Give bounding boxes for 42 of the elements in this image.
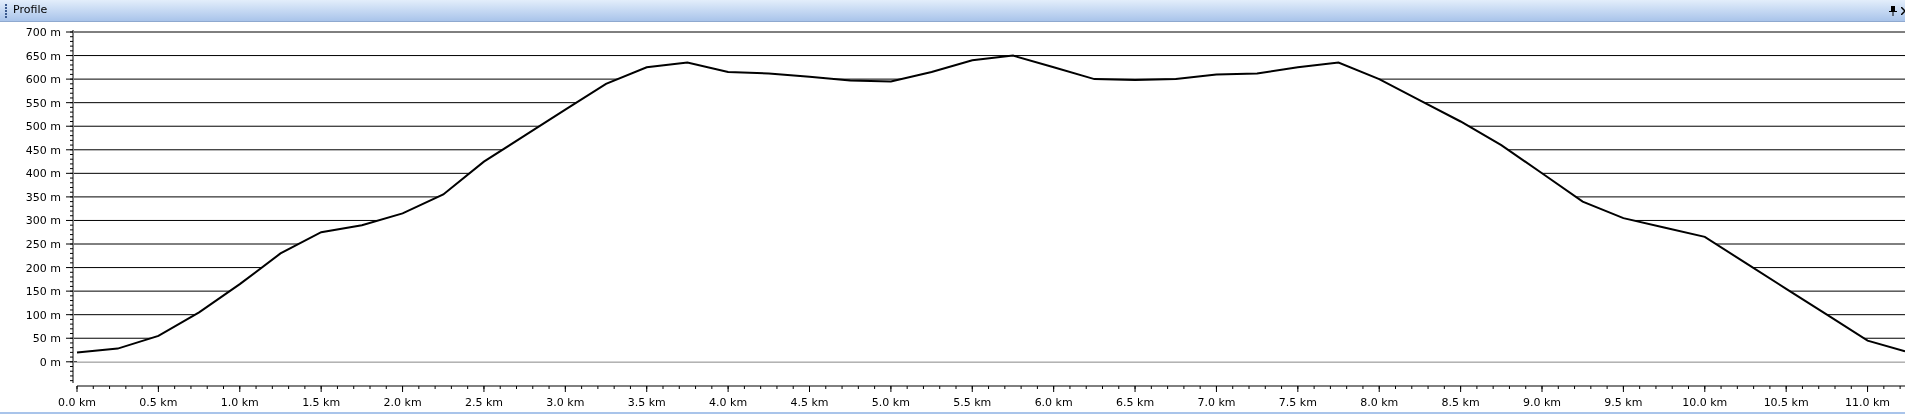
- axis-label: 8.0 km: [1360, 396, 1399, 409]
- axis-label: 9.0 km: [1522, 396, 1562, 409]
- axis-label: 1.5 km: [302, 396, 341, 409]
- axis-label: 600 m: [25, 73, 61, 87]
- axis-label: 700 m: [25, 26, 61, 39]
- axis-label: 400 m: [25, 167, 61, 181]
- axis-label: 650 m: [25, 49, 61, 63]
- axis-label: 450 m: [25, 143, 61, 157]
- pin-icon[interactable]: [1889, 5, 1897, 16]
- axis-label: 50 m: [32, 332, 61, 346]
- axis-label: 6.5 km: [1116, 396, 1155, 409]
- axis-label: 550 m: [25, 96, 61, 110]
- axis-label: 5.5 km: [953, 396, 992, 409]
- axis-label: 200 m: [25, 261, 61, 275]
- axis-label: 0 m: [39, 355, 61, 369]
- axis-label: 3.0 km: [546, 396, 585, 409]
- axis-label: 4.5 km: [790, 396, 829, 409]
- axis-label: 9.5 km: [1604, 396, 1643, 409]
- close-icon[interactable]: [1901, 6, 1905, 15]
- panel-title: Profile: [13, 2, 48, 19]
- axis-label: 8.5 km: [1441, 396, 1480, 409]
- axis-label: 500 m: [25, 120, 61, 134]
- axis-label: 0.5 km: [139, 396, 178, 409]
- axis-label: 10.5 km: [1763, 396, 1809, 409]
- axis-label: 7.5 km: [1278, 396, 1317, 409]
- axis-label: 7.0 km: [1197, 396, 1236, 409]
- axis-label: 5.0 km: [871, 396, 910, 409]
- axis-label: 100 m: [25, 308, 61, 322]
- axis-label: 1.0 km: [220, 396, 259, 409]
- grip-icon[interactable]: [5, 3, 8, 18]
- axis-label: 3.5 km: [627, 396, 666, 409]
- axis-label: 0.0 km: [57, 396, 97, 409]
- axis-label: 2.5 km: [464, 396, 503, 409]
- axis-label: 350 m: [25, 190, 61, 204]
- axis-label: 4.0 km: [709, 396, 748, 409]
- axis-label: 10.0 km: [1682, 396, 1728, 409]
- axis-label: 11.0 km: [1845, 396, 1891, 409]
- axis-label: 300 m: [25, 214, 61, 228]
- axis-label: 250 m: [25, 238, 61, 251]
- axis-label: 6.0 km: [1034, 396, 1073, 409]
- axis-label: 150 m: [25, 285, 61, 299]
- axis-label: 2.0 km: [383, 396, 422, 409]
